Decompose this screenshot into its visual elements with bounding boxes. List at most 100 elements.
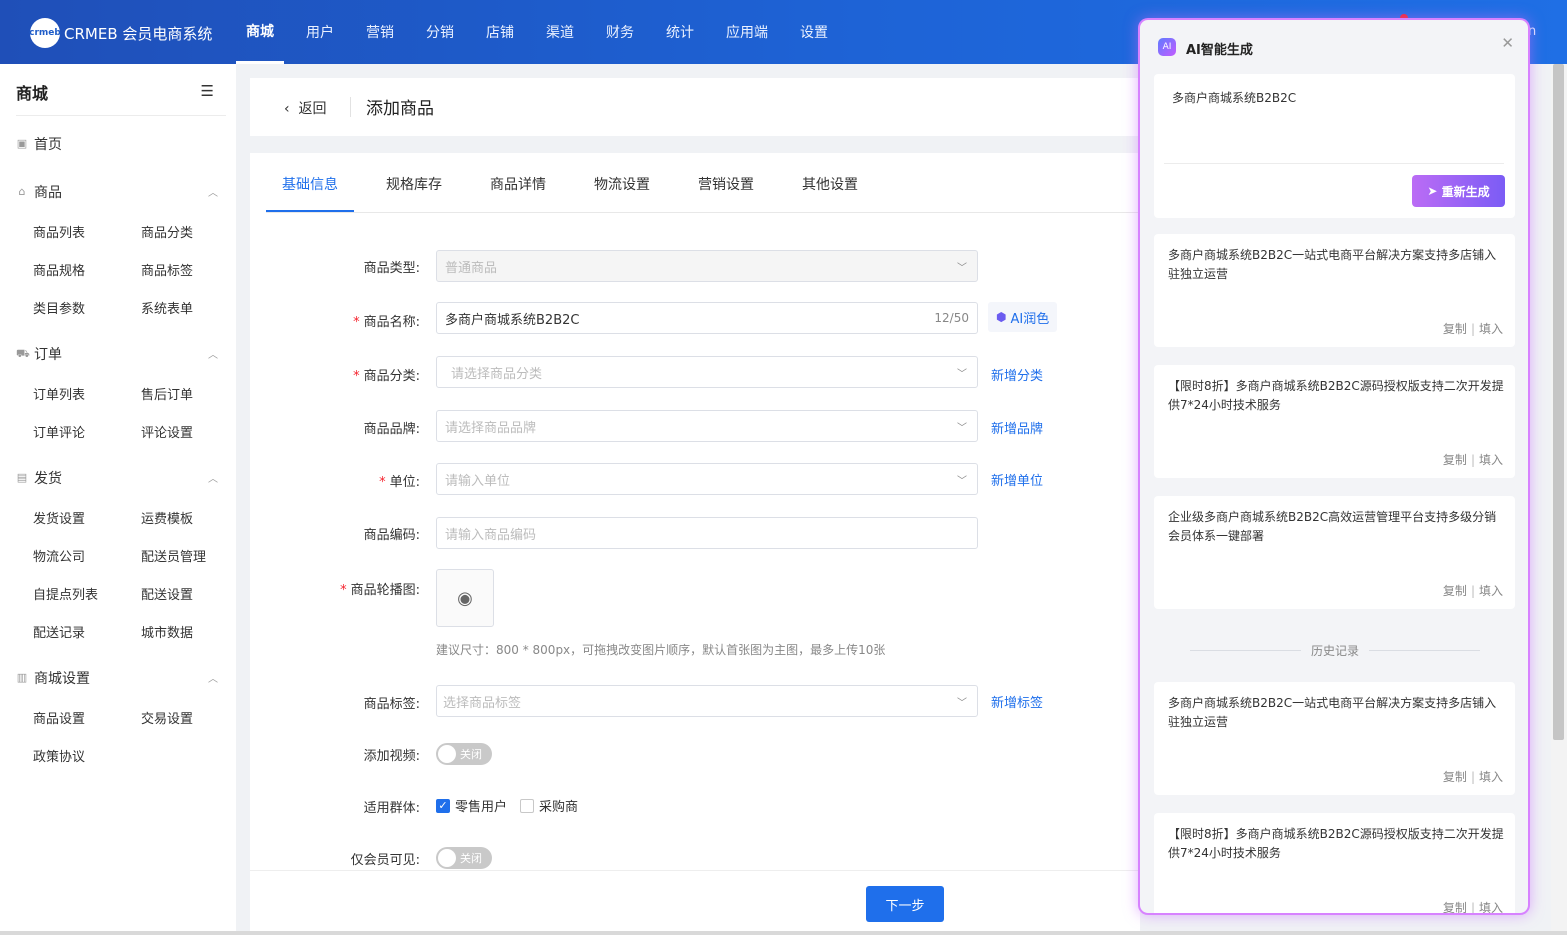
sidebar-item-courier-management[interactable]: 配送员管理 bbox=[141, 546, 206, 565]
sidebar-item-freight-template[interactable]: 运费模板 bbox=[141, 508, 193, 527]
back-button[interactable]: ‹ 返回 bbox=[284, 98, 327, 118]
sidebar-item-pickup-points[interactable]: 自提点列表 bbox=[33, 584, 98, 603]
home-icon: ▣ bbox=[16, 137, 28, 150]
history-result-card: 【限时8折】多商户商城系统B2B2C源码授权版支持二次开发提供7*24小时技术服… bbox=[1154, 813, 1515, 915]
chevron-up-icon: ︿ bbox=[208, 674, 218, 685]
topnav-mall[interactable]: 商城 bbox=[236, 0, 284, 64]
action-separator: | bbox=[1470, 901, 1475, 915]
add-tag-link[interactable]: 新增标签 bbox=[991, 692, 1043, 711]
carousel-hint: 建议尺寸：800 * 800px，可拖拽改变图片顺序，默认首张图为主图，最多上传… bbox=[436, 643, 886, 657]
sidebar-item-logistics-company[interactable]: 物流公司 bbox=[33, 546, 85, 565]
next-step-button[interactable]: 下一步 bbox=[866, 886, 944, 922]
topnav-settings[interactable]: 设置 bbox=[790, 0, 838, 64]
copy-button[interactable]: 复制 bbox=[1443, 453, 1467, 467]
unit-select[interactable]: 请输入单位 ﹀ bbox=[436, 463, 978, 495]
goods-code-input[interactable]: 请输入商品编码 bbox=[436, 517, 978, 549]
add-unit-link[interactable]: 新增单位 bbox=[991, 470, 1043, 489]
brand-logo[interactable]: crmeb CRMEB 会员电商系统 bbox=[29, 18, 212, 48]
copy-button[interactable]: 复制 bbox=[1443, 901, 1467, 913]
settings-icon: ▥ bbox=[16, 671, 28, 684]
retail-user-checkbox[interactable]: ✓ 零售用户 bbox=[436, 796, 507, 815]
goods-tag-select[interactable]: 选择商品标签 ﹀ bbox=[436, 685, 978, 717]
member-only-toggle[interactable]: 关闭 bbox=[436, 847, 492, 869]
sidebar-item-review-settings[interactable]: 评论设置 bbox=[141, 422, 193, 441]
tab-other[interactable]: 其他设置 bbox=[802, 174, 858, 194]
sidebar-item-home[interactable]: ▣ 首页 bbox=[16, 134, 222, 154]
topnav-apps[interactable]: 应用端 bbox=[716, 0, 778, 64]
tab-basic-info[interactable]: 基础信息 bbox=[282, 174, 338, 194]
add-brand-link[interactable]: 新增品牌 bbox=[991, 418, 1043, 437]
copy-button[interactable]: 复制 bbox=[1443, 322, 1467, 336]
goods-code-placeholder: 请输入商品编码 bbox=[445, 527, 537, 543]
fill-button[interactable]: 填入 bbox=[1479, 770, 1503, 784]
sidebar-section-goods[interactable]: ⌂ 商品 ︿ bbox=[16, 182, 222, 202]
sidebar-section-mall-settings[interactable]: ▥ 商城设置 ︿ bbox=[16, 668, 222, 688]
tab-goods-detail[interactable]: 商品详情 bbox=[490, 174, 546, 194]
sidebar-item-shipping-settings[interactable]: 发货设置 bbox=[33, 508, 85, 527]
topnav-channel[interactable]: 渠道 bbox=[536, 0, 584, 64]
close-icon[interactable]: ✕ bbox=[1501, 34, 1514, 52]
goods-brand-select[interactable]: 请选择商品品牌 ﹀ bbox=[436, 410, 978, 442]
topnav-stats[interactable]: 统计 bbox=[656, 0, 704, 64]
toggle-state: 关闭 bbox=[460, 852, 482, 865]
sidebar-item-system-form[interactable]: 系统表单 bbox=[141, 298, 193, 317]
topnav-marketing[interactable]: 营销 bbox=[356, 0, 404, 64]
topnav-distribution[interactable]: 分销 bbox=[416, 0, 464, 64]
chevron-up-icon: ︿ bbox=[208, 350, 218, 361]
fill-button[interactable]: 填入 bbox=[1479, 584, 1503, 598]
sidebar-item-city-data[interactable]: 城市数据 bbox=[141, 622, 193, 641]
regenerate-label: 重新生成 bbox=[1441, 184, 1490, 199]
cart-icon: ⛟ bbox=[16, 347, 30, 360]
toggle-knob bbox=[438, 849, 456, 867]
tab-spec-stock[interactable]: 规格库存 bbox=[386, 174, 442, 194]
sidebar-section-orders[interactable]: ⛟ 订单 ︿ bbox=[16, 344, 222, 364]
fill-button[interactable]: 填入 bbox=[1479, 322, 1503, 336]
sidebar-item-goods-spec[interactable]: 商品规格 bbox=[33, 260, 85, 279]
copy-button[interactable]: 复制 bbox=[1443, 770, 1467, 784]
tab-logistics[interactable]: 物流设置 bbox=[594, 174, 650, 194]
regenerate-button[interactable]: ➤ 重新生成 bbox=[1412, 175, 1505, 207]
scrollbar-thumb[interactable] bbox=[1553, 64, 1564, 740]
sidebar-title: 商城 bbox=[16, 84, 49, 103]
tab-marketing[interactable]: 营销设置 bbox=[698, 174, 754, 194]
fill-button[interactable]: 填入 bbox=[1479, 453, 1503, 467]
sidebar-item-delivery-records[interactable]: 配送记录 bbox=[33, 622, 85, 641]
check-icon: ✓ bbox=[436, 798, 450, 813]
sidebar-section-label: 商品 bbox=[34, 185, 62, 201]
goods-category-select[interactable]: 请选择商品分类 ﹀ bbox=[436, 356, 978, 388]
sidebar-item-goods-tag[interactable]: 商品标签 bbox=[141, 260, 193, 279]
ai-polish-button[interactable]: ⬢ AI润色 bbox=[988, 302, 1058, 332]
logo-badge: crmeb bbox=[29, 18, 61, 48]
sidebar-item-category-params[interactable]: 类目参数 bbox=[33, 298, 85, 317]
copy-button[interactable]: 复制 bbox=[1443, 584, 1467, 598]
topnav-finance[interactable]: 财务 bbox=[596, 0, 644, 64]
goods-type-select[interactable]: 普通商品 ﹀ bbox=[436, 250, 978, 282]
result-actions: 复制 | 填入 bbox=[1443, 320, 1503, 337]
image-upload-button[interactable]: ◉ bbox=[436, 569, 494, 627]
history-result-text: 多商户商城系统B2B2C一站式电商平台解决方案支持多店铺入驻独立运营 bbox=[1168, 696, 1497, 729]
sidebar-item-policy[interactable]: 政策协议 bbox=[33, 746, 85, 765]
ai-prompt-input[interactable]: 多商户商城系统B2B2C bbox=[1172, 89, 1296, 106]
topnav-user[interactable]: 用户 bbox=[296, 0, 344, 64]
topnav-store[interactable]: 店铺 bbox=[476, 0, 524, 64]
sidebar-section-label: 订单 bbox=[34, 347, 62, 363]
collapse-menu-icon[interactable]: ☰ bbox=[201, 82, 214, 100]
sidebar-item-trade-settings[interactable]: 交易设置 bbox=[141, 708, 193, 727]
add-video-toggle[interactable]: 关闭 bbox=[436, 743, 492, 765]
page-scrollbar[interactable] bbox=[1551, 64, 1567, 935]
purchaser-checkbox[interactable]: 采购商 bbox=[520, 796, 578, 815]
ai-logo-icon: AI bbox=[1158, 38, 1176, 56]
sidebar-item-after-sales[interactable]: 售后订单 bbox=[141, 384, 193, 403]
sidebar-item-order-list[interactable]: 订单列表 bbox=[33, 384, 85, 403]
ai-result-text: 企业级多商户商城系统B2B2C高效运营管理平台支持多级分销会员体系一键部署 bbox=[1168, 510, 1497, 543]
goods-type-label: 商品类型: bbox=[363, 261, 420, 276]
goods-name-input[interactable]: 多商户商城系统B2B2C 12/50 bbox=[436, 302, 978, 334]
sidebar-item-order-reviews[interactable]: 订单评论 bbox=[33, 422, 85, 441]
sidebar-item-goods-category[interactable]: 商品分类 bbox=[141, 222, 193, 241]
sidebar-item-goods-settings[interactable]: 商品设置 bbox=[33, 708, 85, 727]
add-category-link[interactable]: 新增分类 bbox=[991, 365, 1043, 384]
sidebar-section-shipping[interactable]: ▤ 发货 ︿ bbox=[16, 468, 222, 488]
sidebar-item-delivery-settings[interactable]: 配送设置 bbox=[141, 584, 193, 603]
sidebar-item-goods-list[interactable]: 商品列表 bbox=[33, 222, 85, 241]
fill-button[interactable]: 填入 bbox=[1479, 901, 1503, 913]
